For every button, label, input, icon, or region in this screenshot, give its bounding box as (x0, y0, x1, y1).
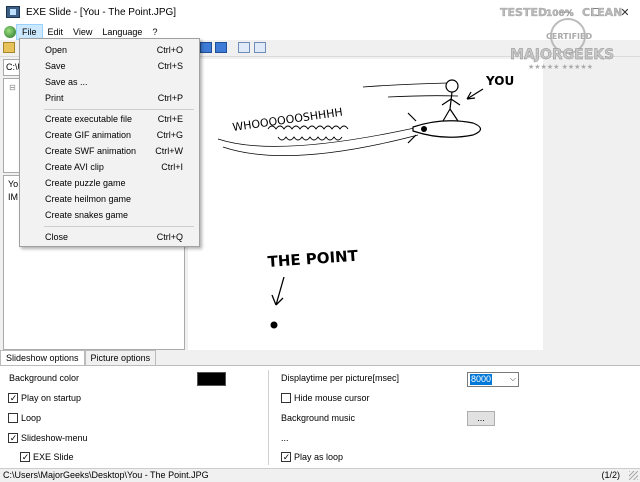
play-on-startup-checkbox[interactable] (8, 393, 18, 403)
status-file-path: C:\Users\MajorGeeks\Desktop\You - The Po… (3, 470, 209, 480)
slideshow-menu-label: Slideshow-menu (21, 433, 88, 443)
exe-slide-label: EXE Slide (33, 452, 74, 462)
tab-slideshow-options[interactable]: Slideshow options (0, 350, 85, 366)
list-item[interactable]: IM (8, 192, 18, 202)
menu-separator (44, 109, 194, 110)
watermark-text: 100% (546, 9, 574, 19)
status-image-count: (1/2) (601, 470, 620, 480)
watermark-text: ★★★★★ ★★★★★ (528, 63, 593, 71)
menu-item-label: Open (45, 45, 68, 55)
menu-item-label: Save as ... (45, 77, 88, 87)
list-item[interactable]: Yo (8, 179, 18, 189)
previous-icon[interactable] (200, 42, 212, 53)
play-as-loop-checkbox[interactable] (281, 452, 291, 462)
menu-item-label: Close (45, 232, 69, 242)
watermark-text: CERTIFIED (546, 32, 592, 41)
menu-item-create-avi[interactable]: Create AVI clip Ctrl+I (20, 159, 199, 175)
menu-item-shortcut: Ctrl+Q (156, 232, 183, 242)
hide-cursor-label: Hide mouse cursor (294, 393, 370, 403)
watermark-text: MAJORGEEKS (510, 47, 614, 63)
background-music-label: Background music (281, 413, 356, 423)
play-as-loop-option[interactable]: Play as loop (281, 452, 343, 462)
app-icon (6, 6, 20, 18)
preview-icon[interactable] (254, 42, 266, 53)
displaytime-value: 8000 (470, 374, 493, 385)
picture-preview: WHOOOOOOSHHHH YOU THE POINT (188, 59, 543, 350)
tree-expand-icon[interactable]: ⊟ (9, 83, 16, 92)
app-window: EXE Slide - [You - The Point.JPG] — ☐ ✕ … (0, 0, 640, 482)
menu-item-shortcut: Ctrl+I (161, 162, 183, 172)
menu-item-shortcut: Ctrl+E (157, 114, 183, 124)
slideshow-options-panel: Background color Play on startup Loop Sl… (0, 365, 640, 468)
options-tabs: Slideshow options Picture options (0, 350, 640, 366)
menu-item-create-heilmon[interactable]: Create heilmon game (20, 191, 199, 207)
menu-item-label: Create AVI clip (45, 162, 104, 172)
menu-item-shortcut: Ctrl+W (155, 146, 183, 156)
play-on-startup-label: Play on startup (21, 393, 82, 403)
tab-picture-options[interactable]: Picture options (84, 350, 157, 366)
menu-item-create-swf[interactable]: Create SWF animation Ctrl+W (20, 143, 199, 159)
menu-item-shortcut: Ctrl+P (157, 93, 183, 103)
menu-item-label: Create SWF animation (45, 146, 137, 156)
loop-label: Loop (21, 413, 42, 423)
options-divider (268, 370, 269, 465)
chevron-down-icon[interactable]: ⌵ (510, 374, 516, 384)
displaytime-select[interactable]: 8000 ⌵ (467, 372, 519, 387)
watermark-text: CLEAN (582, 6, 622, 19)
menu-item-shortcut: Ctrl+S (157, 61, 183, 71)
exe-slide-option[interactable]: EXE Slide (20, 452, 74, 462)
menu-separator (44, 226, 194, 227)
menu-item-create-executable[interactable]: Create executable file Ctrl+E (20, 111, 199, 127)
menu-item-label: Create executable file (45, 114, 133, 124)
resize-grip-icon[interactable] (629, 471, 638, 480)
you-label: YOU (485, 74, 514, 88)
menu-item-shortcut: Ctrl+G (156, 130, 183, 140)
window-title: EXE Slide - [You - The Point.JPG] (26, 6, 177, 18)
watermark-text: TESTED (500, 6, 547, 19)
menu-item-close[interactable]: Close Ctrl+Q (20, 229, 199, 245)
slideshow-menu-checkbox[interactable] (8, 433, 18, 443)
browse-music-button[interactable]: ... (467, 411, 495, 426)
menu-item-create-gif[interactable]: Create GIF animation Ctrl+G (20, 127, 199, 143)
next-icon[interactable] (215, 42, 227, 53)
hide-cursor-checkbox[interactable] (281, 393, 291, 403)
menu-item-create-puzzle[interactable]: Create puzzle game (20, 175, 199, 191)
menu-item-label: Create puzzle game (45, 178, 126, 188)
the-point-label: THE POINT (267, 247, 359, 271)
menu-item-save-as[interactable]: Save as ... (20, 74, 199, 90)
loop-checkbox[interactable] (8, 413, 18, 423)
menu-item-label: Create heilmon game (45, 194, 132, 204)
app-menu-icon[interactable] (4, 26, 16, 38)
menu-item-label: Create snakes game (45, 210, 129, 220)
menu-item-open[interactable]: Open Ctrl+O (20, 42, 199, 58)
thumbnails-icon[interactable] (238, 42, 250, 53)
majorgeeks-watermark: TESTED 100% CLEAN CERTIFIED MAJORGEEKS ★… (500, 6, 623, 71)
file-menu-dropdown: Open Ctrl+O Save Ctrl+S Save as ... Prin… (19, 38, 200, 247)
displaytime-label: Displaytime per picture[msec] (281, 373, 400, 383)
menu-item-label: Print (45, 93, 64, 103)
menu-item-label: Create GIF animation (45, 130, 132, 140)
play-on-startup-option[interactable]: Play on startup (8, 393, 81, 403)
menu-item-shortcut: Ctrl+O (156, 45, 183, 55)
slideshow-menu-option[interactable]: Slideshow-menu (8, 433, 88, 443)
music-file-value: ... (281, 433, 289, 443)
status-bar: C:\Users\MajorGeeks\Desktop\You - The Po… (0, 468, 640, 482)
whoosh-text: WHOOOOOOSHHHH (232, 106, 344, 134)
menu-item-save[interactable]: Save Ctrl+S (20, 58, 199, 74)
slide-image: WHOOOOOOSHHHH YOU THE POINT (217, 74, 514, 329)
menu-item-print[interactable]: Print Ctrl+P (20, 90, 199, 106)
menu-item-create-snakes[interactable]: Create snakes game (20, 207, 199, 223)
hide-cursor-option[interactable]: Hide mouse cursor (281, 393, 370, 403)
open-folder-icon[interactable] (3, 42, 15, 53)
background-color-label: Background color (9, 373, 80, 383)
loop-option[interactable]: Loop (8, 413, 41, 423)
exe-slide-checkbox[interactable] (20, 452, 30, 462)
background-color-swatch[interactable] (197, 372, 226, 386)
play-as-loop-label: Play as loop (294, 452, 344, 462)
menu-item-label: Save (45, 61, 66, 71)
